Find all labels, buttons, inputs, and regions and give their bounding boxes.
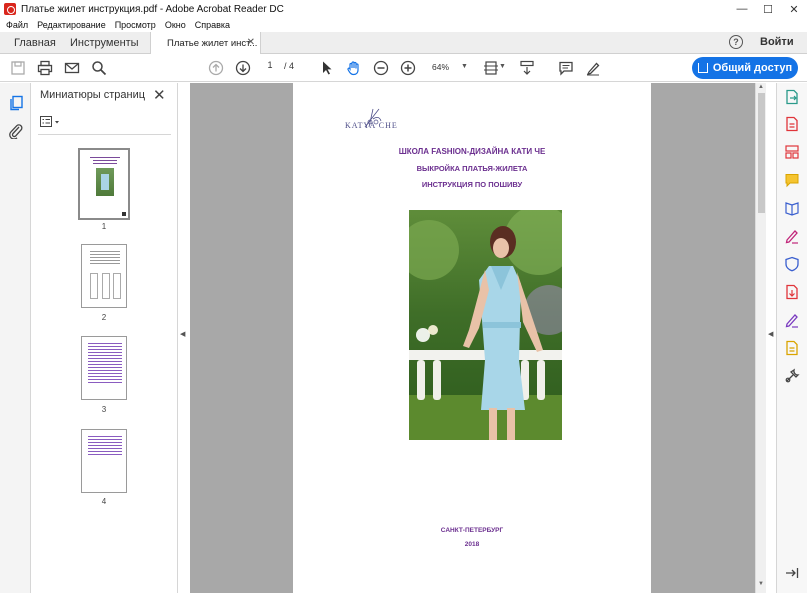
acrobat-app-icon <box>4 3 16 15</box>
katya-che-logo <box>364 108 382 128</box>
close-window-button[interactable]: ✕ <box>781 0 807 18</box>
thumbnails-title: Миниатюры страниц <box>40 89 146 101</box>
zoom-in-icon[interactable] <box>399 59 417 77</box>
comment-tool-icon[interactable] <box>784 172 800 188</box>
zoom-level-select[interactable]: 64% <box>432 62 449 72</box>
more-tools-icon[interactable] <box>784 368 800 384</box>
fit-page-icon[interactable] <box>482 59 500 77</box>
thumbnail-label-4: 4 <box>101 497 107 506</box>
left-nav-rail <box>0 83 31 593</box>
minimize-button[interactable]: — <box>729 0 755 18</box>
comment-icon[interactable] <box>557 59 575 77</box>
cover-photo <box>409 210 562 440</box>
previous-page-icon[interactable] <box>207 59 225 77</box>
tab-home[interactable]: Главная <box>14 37 56 49</box>
email-icon[interactable] <box>63 59 81 77</box>
select-cursor-icon[interactable] <box>318 59 336 77</box>
tab-tools[interactable]: Инструменты <box>70 37 139 49</box>
page-total: / 4 <box>284 61 295 71</box>
tools-rail <box>776 83 807 593</box>
save-icon[interactable] <box>9 59 27 77</box>
search-icon[interactable] <box>90 59 108 77</box>
share-button-label: Общий доступ <box>712 62 793 74</box>
scrollbar-thumb[interactable] <box>758 93 765 213</box>
hand-tool-icon[interactable] <box>345 59 363 77</box>
print-icon[interactable] <box>36 59 54 77</box>
thumbnail-page-1[interactable] <box>78 148 130 220</box>
pdf-page: KATYA CHE ШКОЛА FASHION-ДИЗАЙНА КАТИ ЧЕ … <box>293 83 651 593</box>
menu-file[interactable]: Файл <box>6 20 28 30</box>
menu-view[interactable]: Просмотр <box>115 20 156 30</box>
thumbnail-label-1: 1 <box>101 222 107 231</box>
collapse-tools-icon[interactable] <box>784 565 800 581</box>
toolbar <box>0 54 807 82</box>
thumbnail-label-3: 3 <box>101 405 107 414</box>
menu-help[interactable]: Справка <box>195 20 230 30</box>
send-for-signature-icon[interactable] <box>784 312 800 328</box>
window-title: Платье жилет инструкция.pdf - Adobe Acro… <box>21 3 284 15</box>
scroll-mode-icon[interactable] <box>518 59 536 77</box>
logo-text: KATYA CHE <box>345 121 398 130</box>
panel-divider <box>38 134 171 135</box>
protect-icon[interactable] <box>784 256 800 272</box>
thumbnails-panel: Миниатюры страниц ✕ 1 2 3 4 <box>31 83 178 593</box>
attachment-icon[interactable] <box>8 123 24 140</box>
next-page-icon[interactable] <box>234 59 252 77</box>
tab-document-label: Платье жилет инст... <box>167 38 258 49</box>
tab-bar: Главная Инструменты Платье жилет инст...… <box>0 32 807 55</box>
zoom-out-icon[interactable] <box>372 59 390 77</box>
stamp-certificate-icon[interactable] <box>784 340 800 356</box>
collapse-right-panel-icon[interactable]: ◀ <box>768 330 773 338</box>
thumbnail-options-icon[interactable] <box>40 116 60 128</box>
zoom-dropdown-icon[interactable]: ▼ <box>461 63 468 70</box>
page-thumbnails-icon[interactable] <box>8 95 24 111</box>
fill-sign-icon[interactable] <box>784 228 800 244</box>
doc-year: 2018 <box>464 541 480 548</box>
collapse-left-panel-icon[interactable]: ◀ <box>180 330 185 338</box>
scan-ocr-icon[interactable] <box>784 200 800 216</box>
tab-close-icon[interactable]: ✕ <box>247 37 255 48</box>
organize-pages-icon[interactable] <box>784 144 800 160</box>
share-icon <box>697 63 708 73</box>
thumbnail-label-2: 2 <box>101 313 107 322</box>
title-bar: Платье жилет инструкция.pdf - Adobe Acro… <box>0 0 807 18</box>
doc-heading-school: ШКОЛА FASHION-ДИЗАЙНА КАТИ ЧЕ <box>398 147 546 156</box>
help-icon[interactable]: ? <box>729 35 743 49</box>
window-controls: — ☐ ✕ <box>729 0 807 18</box>
doc-city: САНКТ-ПЕТЕРБУРГ <box>440 527 504 534</box>
maximize-button[interactable]: ☐ <box>755 0 781 18</box>
menu-edit[interactable]: Редактирование <box>37 20 106 30</box>
menu-bar: Файл Редактирование Просмотр Окно Справк… <box>0 18 807 32</box>
optimize-pdf-icon[interactable] <box>784 284 800 300</box>
highlight-pen-icon[interactable] <box>584 59 602 77</box>
share-button[interactable]: Общий доступ <box>692 57 798 79</box>
create-pdf-icon[interactable] <box>784 116 800 132</box>
doc-heading-instruction: ИНСТРУКЦИЯ ПО ПОШИВУ <box>421 180 523 189</box>
menu-window[interactable]: Окно <box>165 20 186 30</box>
login-button[interactable]: Войти <box>760 36 794 48</box>
tab-document[interactable]: Платье жилет инст... ✕ <box>150 32 261 55</box>
scroll-down-icon[interactable]: ▼ <box>758 581 764 587</box>
doc-heading-pattern: ВЫКРОЙКА ПЛАТЬЯ-ЖИЛЕТА <box>416 164 528 173</box>
page-number-input[interactable]: 1 <box>261 60 279 74</box>
thumbnails-close-icon[interactable]: ✕ <box>153 86 166 104</box>
thumbnail-page-4[interactable] <box>81 429 127 493</box>
scroll-up-icon[interactable]: ▲ <box>758 84 764 90</box>
thumbnail-page-2[interactable] <box>81 244 127 308</box>
thumbnail-page-3[interactable] <box>81 336 127 400</box>
fit-dropdown-icon[interactable]: ▼ <box>499 63 506 70</box>
document-canvas[interactable]: KATYA CHE ШКОЛА FASHION-ДИЗАЙНА КАТИ ЧЕ … <box>190 83 755 593</box>
vertical-scrollbar[interactable]: ▲ ▼ <box>755 83 766 593</box>
export-pdf-icon[interactable] <box>784 89 800 105</box>
